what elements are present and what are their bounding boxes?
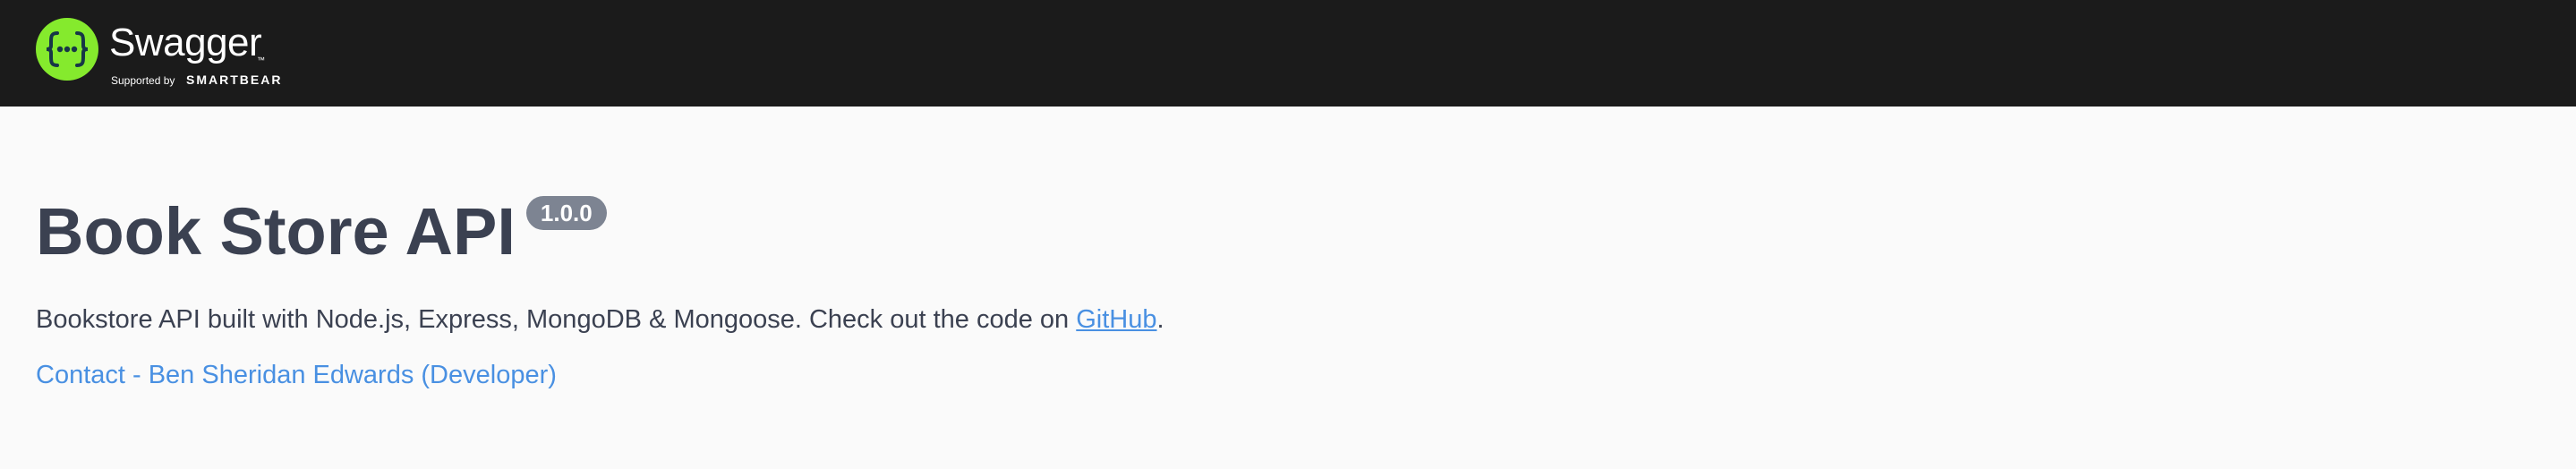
- github-link[interactable]: GitHub: [1076, 305, 1156, 334]
- supported-by-label: Supported by: [111, 74, 175, 87]
- contact-link[interactable]: Contact - Ben Sheridan Edwards (Develope…: [36, 359, 557, 391]
- description-period: .: [1156, 305, 1164, 334]
- version-badge: 1.0.0: [525, 196, 607, 230]
- topbar: Swagger ™ Supported by SMARTBEAR: [0, 0, 2576, 107]
- api-title: Book Store API: [36, 194, 516, 269]
- trademark-symbol: ™: [257, 55, 265, 64]
- swagger-braces-icon: [36, 18, 98, 81]
- swagger-logo-link[interactable]: Swagger ™ Supported by SMARTBEAR: [36, 18, 304, 91]
- title-row: Book Store API 1.0.0: [36, 194, 607, 275]
- swagger-wordmark: Swagger: [109, 21, 262, 64]
- api-description: Bookstore API built with Node.js, Expres…: [36, 303, 1164, 336]
- description-text: Bookstore API built with Node.js, Expres…: [36, 305, 1077, 334]
- smartbear-brand: SMARTBEAR: [186, 72, 283, 87]
